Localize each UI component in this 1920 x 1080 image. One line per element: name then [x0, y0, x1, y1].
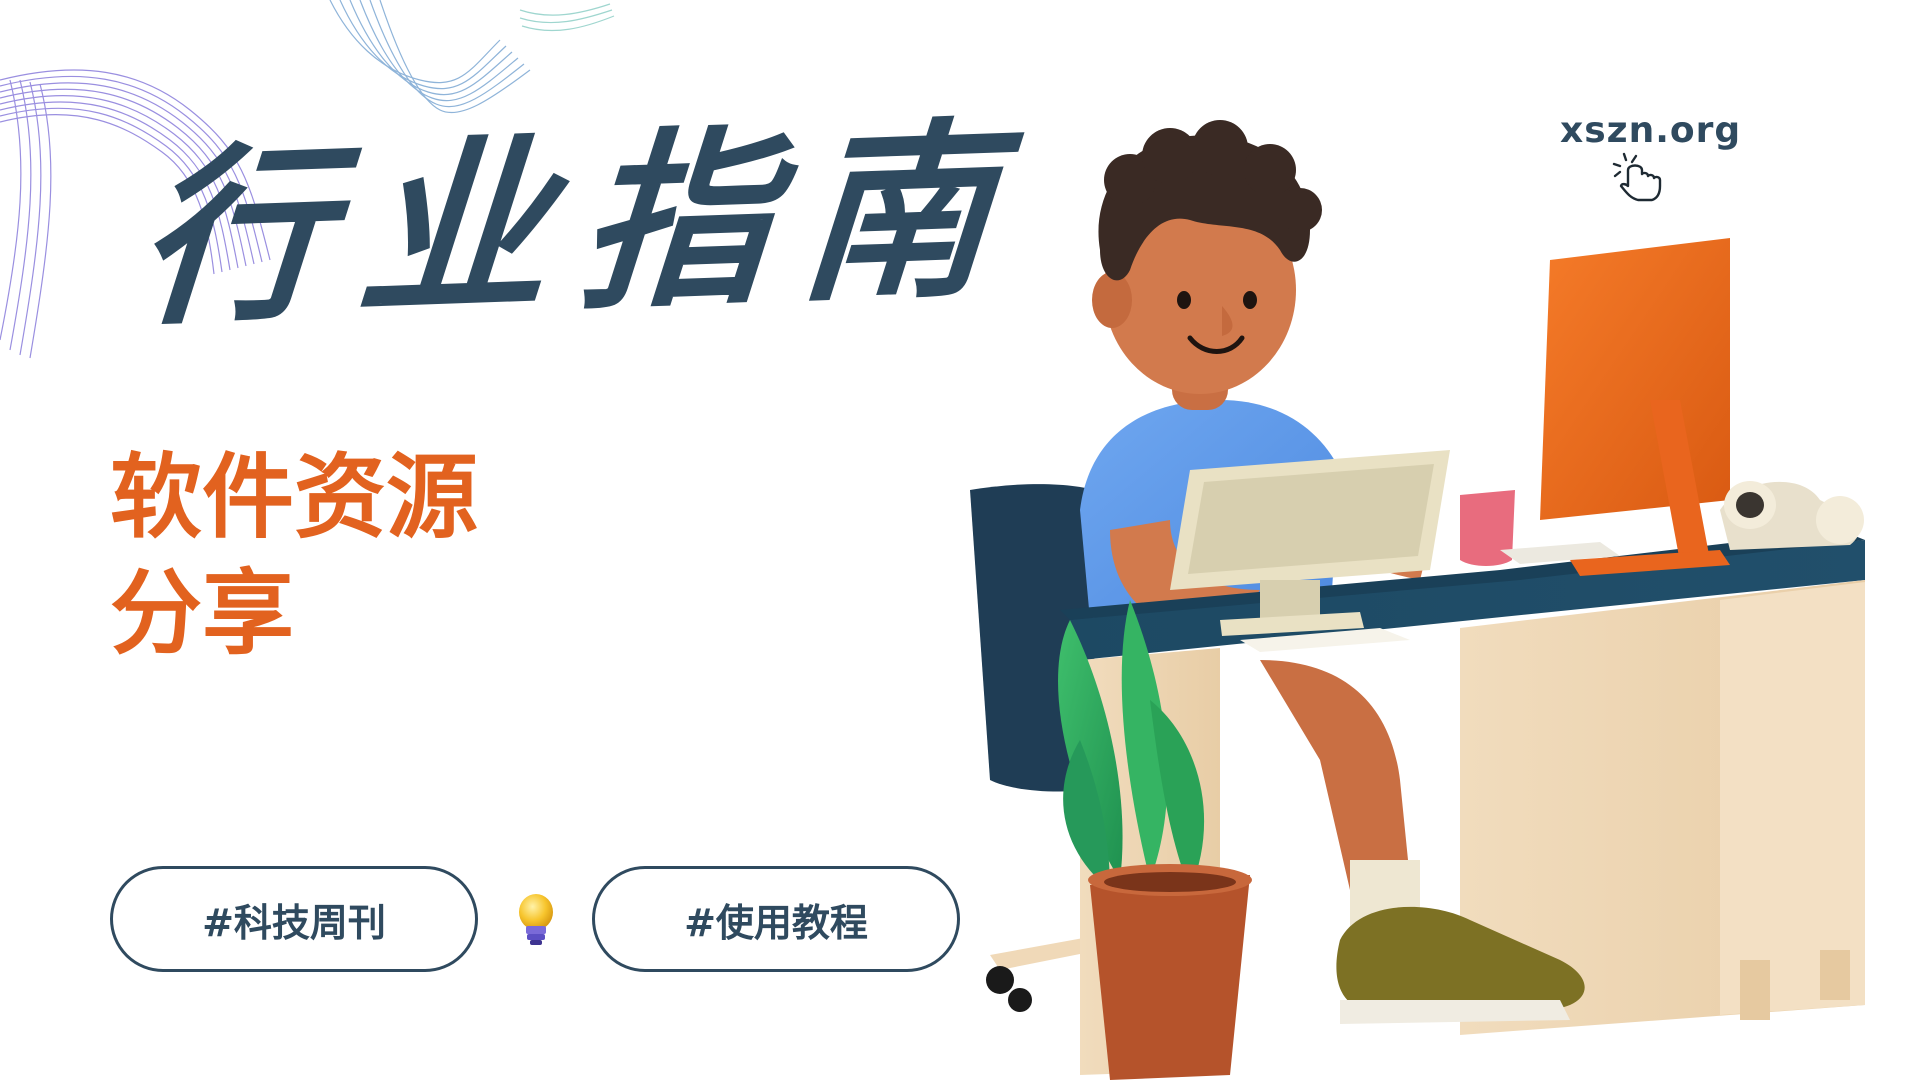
tag-button-tutorial[interactable]: #使用教程	[592, 866, 960, 972]
person-at-desk-illustration	[970, 120, 1865, 1080]
poster-canvas: 行业指南 软件资源 分享 #科技周刊 #使用教程 xszn.org	[0, 0, 1920, 1080]
subtitle-line-2: 分享	[110, 560, 295, 667]
subtitle-line-1: 软件资源	[110, 444, 479, 551]
tag-button-tech-weekly[interactable]: #科技周刊	[110, 866, 478, 972]
subtitle: 软件资源 分享	[110, 440, 530, 672]
lightbulb-icon	[519, 894, 553, 945]
page-title: 行业指南	[130, 97, 1030, 352]
